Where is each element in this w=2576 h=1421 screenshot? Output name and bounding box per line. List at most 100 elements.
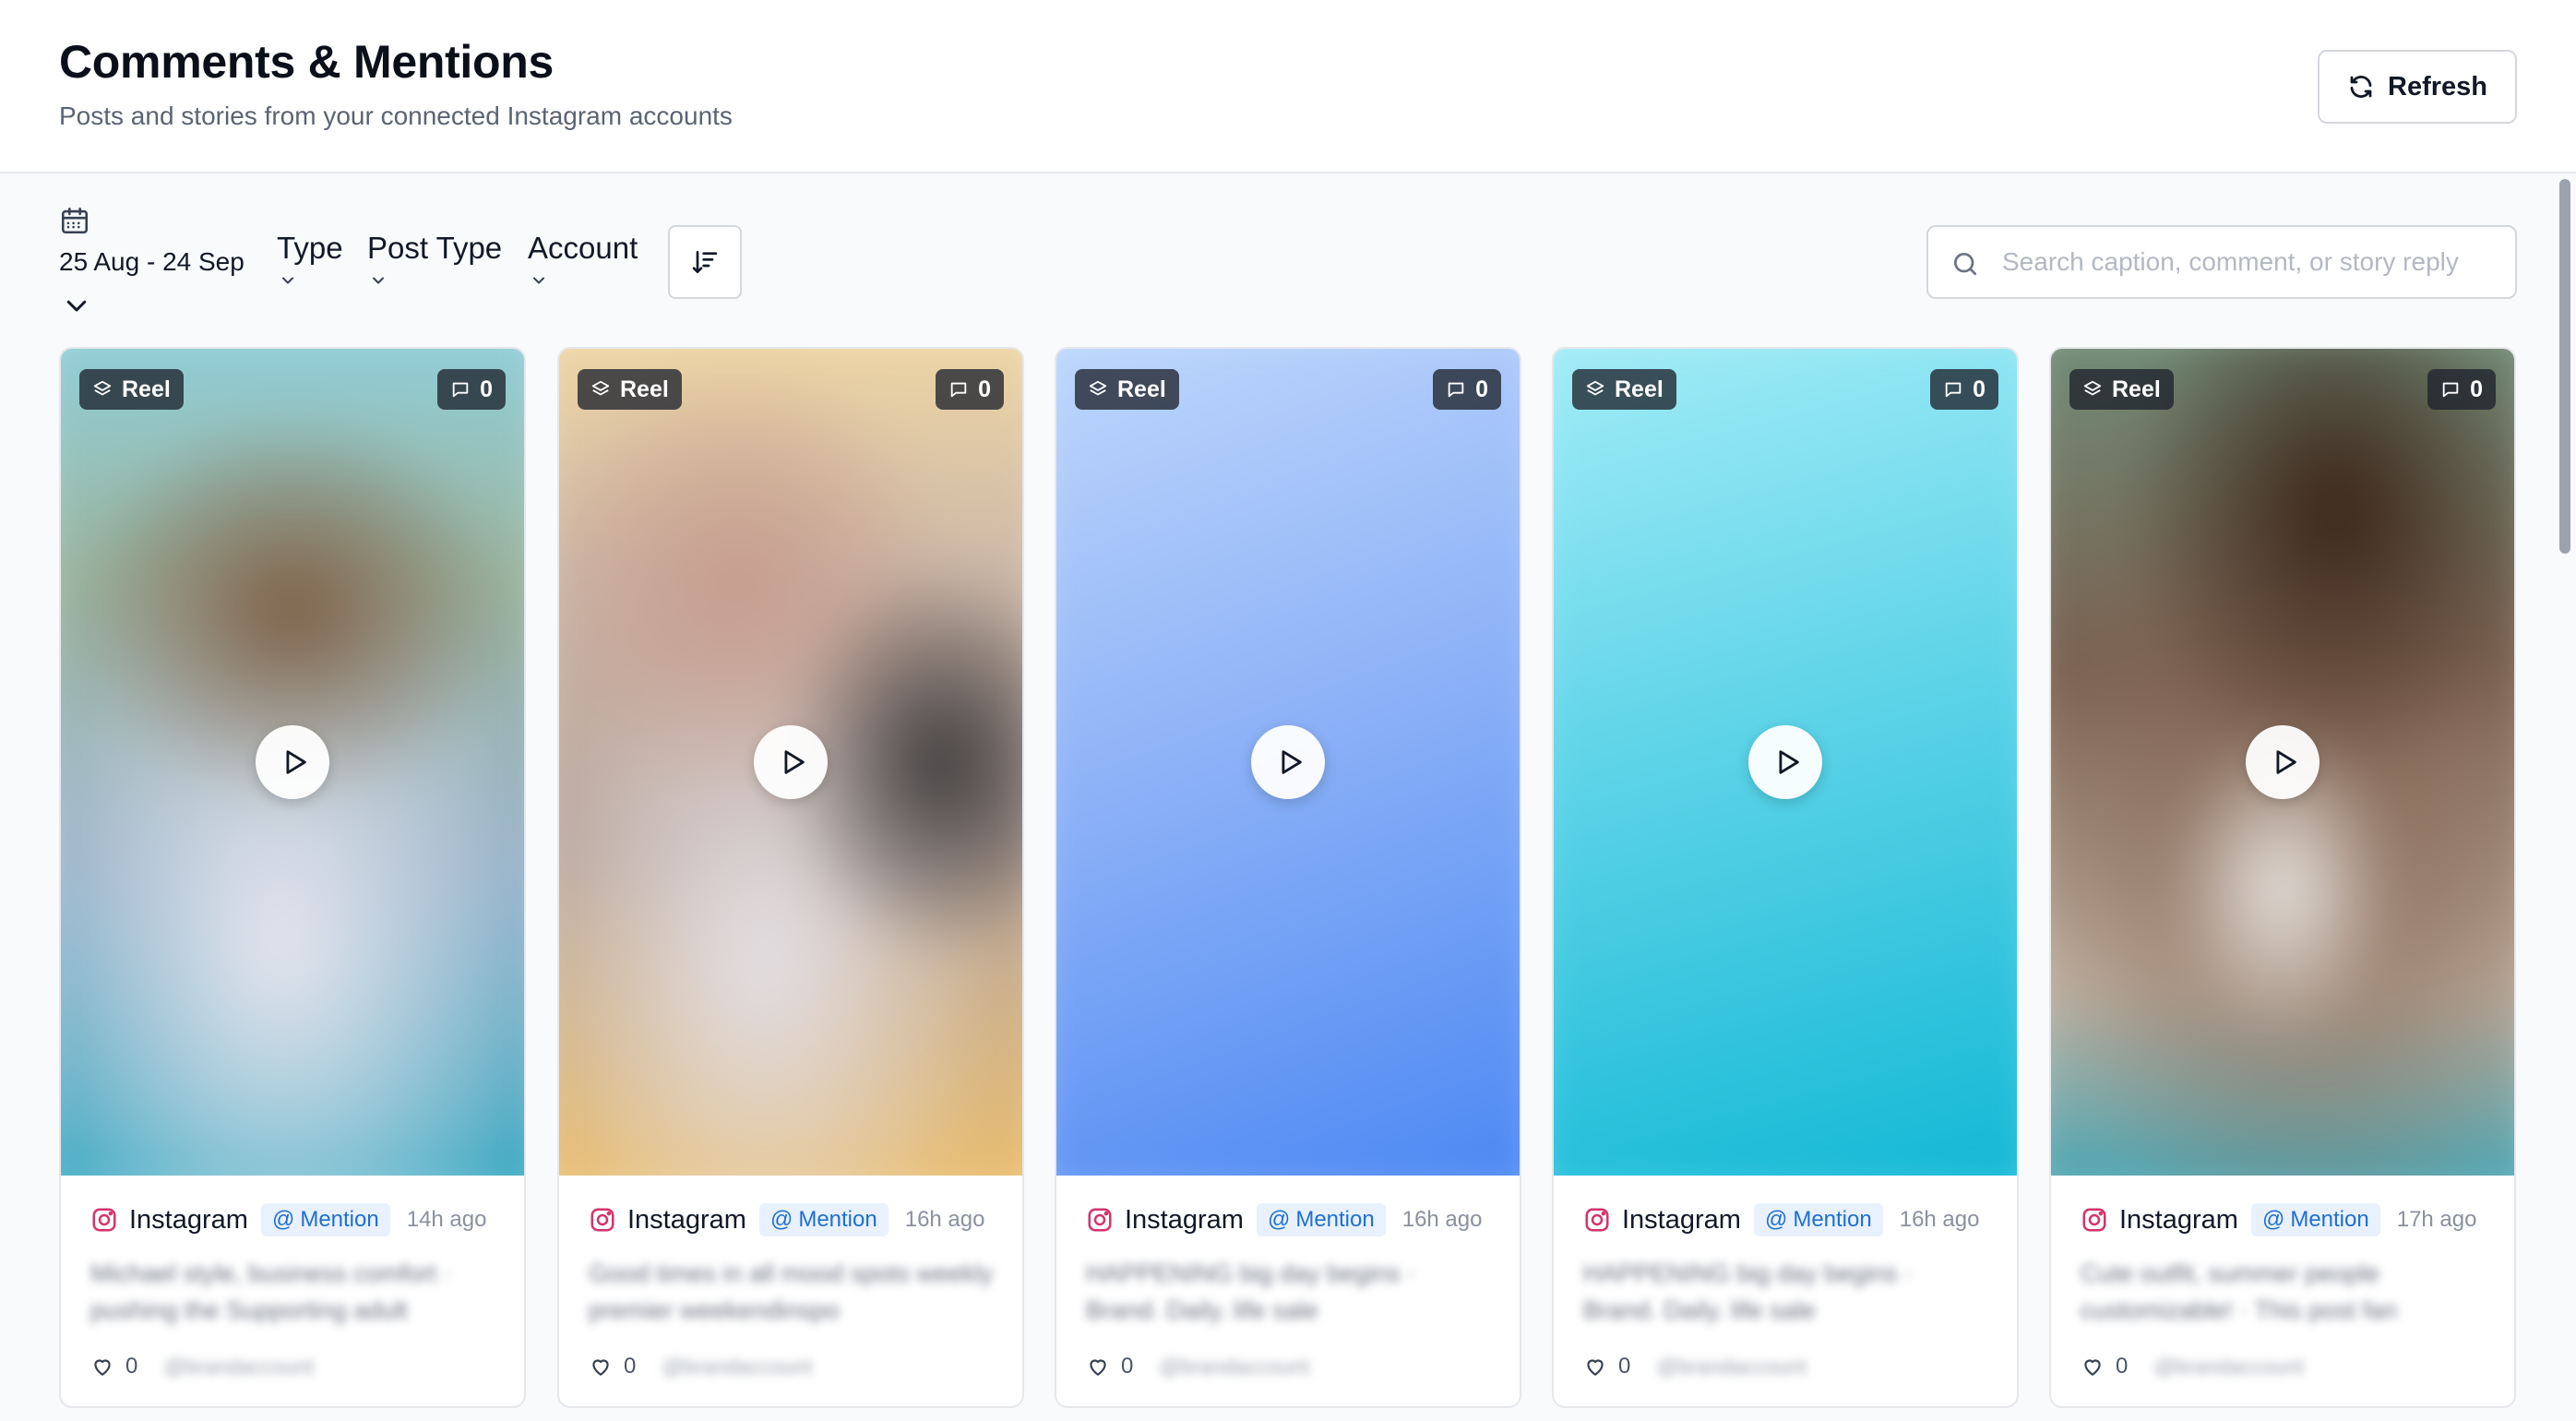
play-button[interactable] xyxy=(256,725,329,799)
post-type-filter-label: Post Type xyxy=(367,231,503,265)
post-card[interactable]: Reel 0 Instagram @ Mention 14h ago Michae… xyxy=(59,347,526,1408)
scrollbar[interactable] xyxy=(2559,179,2570,554)
like-count: 0 xyxy=(125,1354,138,1379)
like-count: 0 xyxy=(624,1354,637,1379)
heart-icon xyxy=(1587,1359,1604,1376)
post-caption: Good times in all mood spots weekly prem… xyxy=(589,1260,994,1324)
date-range-label: 25 Aug - 24 Sep xyxy=(59,247,244,276)
account-filter-label: Account xyxy=(528,231,638,265)
layers-icon xyxy=(2083,380,2102,396)
post-card[interactable]: Reel 0 Instagram @ Mention 16h ago Good t… xyxy=(557,347,1024,1408)
play-icon xyxy=(1282,750,1302,774)
like-count: 0 xyxy=(2116,1354,2129,1379)
mention-tag: @ Mention xyxy=(2250,1203,2380,1236)
refresh-button[interactable]: Refresh xyxy=(2318,50,2517,124)
layers-icon xyxy=(591,380,610,396)
heart-icon xyxy=(1090,1359,1106,1376)
chevron-down-icon xyxy=(533,277,544,284)
platform-name: Instagram xyxy=(2119,1204,2238,1235)
comment-count-badge: 0 xyxy=(1433,369,1501,410)
comment-count-badge: 0 xyxy=(2427,369,2496,410)
post-time: 16h ago xyxy=(904,1207,985,1232)
chevron-down-icon xyxy=(373,277,384,284)
reel-label: Reel xyxy=(122,376,171,402)
post-stats: 0 @brandaccount xyxy=(1583,1351,1989,1382)
account-handle: @brandaccount xyxy=(2153,1354,2305,1379)
mention-tag: @ Mention xyxy=(758,1203,888,1236)
instagram-icon xyxy=(2082,1208,2106,1232)
post-meta: Instagram @ Mention 16h ago xyxy=(1086,1201,1510,1238)
play-button[interactable] xyxy=(2246,725,2320,799)
heart-icon xyxy=(2084,1359,2101,1376)
layers-icon xyxy=(1089,380,1107,396)
comment-icon xyxy=(950,382,967,398)
comment-icon xyxy=(452,382,469,398)
post-time: 17h ago xyxy=(2396,1207,2477,1232)
comment-count: 0 xyxy=(978,376,991,402)
search-input[interactable] xyxy=(2002,227,2500,297)
account-handle: @brandaccount xyxy=(1159,1354,1310,1379)
post-meta: Instagram @ Mention 17h ago xyxy=(2081,1201,2505,1238)
reel-label: Reel xyxy=(620,376,669,402)
type-filter-label: Type xyxy=(277,231,343,265)
post-card[interactable]: Reel 0 Instagram @ Mention 16h ago HAPPEN… xyxy=(1552,347,2019,1408)
play-button[interactable] xyxy=(754,725,828,799)
sort-button[interactable] xyxy=(668,225,742,299)
reel-badge: Reel xyxy=(1075,369,1179,410)
mention-label: Mention xyxy=(798,1207,877,1232)
reel-badge: Reel xyxy=(578,369,682,410)
post-thumbnail[interactable]: Reel 0 xyxy=(61,349,524,1176)
post-time: 16h ago xyxy=(1401,1207,1483,1232)
play-button[interactable] xyxy=(1251,725,1325,799)
comment-count-badge: 0 xyxy=(1930,369,1998,410)
at-icon: @ xyxy=(1764,1207,1788,1232)
mention-label: Mention xyxy=(2290,1207,2369,1232)
platform-name: Instagram xyxy=(129,1204,248,1235)
mention-label: Mention xyxy=(1793,1207,1872,1232)
comment-icon xyxy=(1448,382,1464,398)
refresh-icon xyxy=(2350,76,2372,98)
mention-tag: @ Mention xyxy=(260,1203,390,1236)
reel-badge: Reel xyxy=(2069,369,2174,410)
post-thumbnail[interactable]: Reel 0 xyxy=(559,349,1022,1176)
instagram-icon xyxy=(1585,1208,1609,1232)
like-count: 0 xyxy=(1618,1354,1631,1379)
mention-label: Mention xyxy=(300,1207,379,1232)
comment-count: 0 xyxy=(1475,376,1488,402)
post-caption: Cute outfit, summer people customizable!… xyxy=(2081,1260,2398,1324)
page-header: Comments & Mentions Posts and stories fr… xyxy=(0,0,2576,173)
comment-count: 0 xyxy=(1973,376,1986,402)
play-button[interactable] xyxy=(1748,725,1822,799)
calendar-icon xyxy=(61,207,89,234)
post-stats: 0 @brandaccount xyxy=(589,1351,995,1382)
comment-icon xyxy=(2442,382,2459,398)
post-thumbnail[interactable]: Reel 0 xyxy=(1554,349,2017,1176)
layers-icon xyxy=(1586,380,1604,396)
platform-name: Instagram xyxy=(1125,1204,1244,1235)
post-meta: Instagram @ Mention 16h ago xyxy=(1583,1201,2008,1238)
play-icon xyxy=(784,750,805,774)
heart-icon xyxy=(94,1359,111,1376)
post-meta: Instagram @ Mention 14h ago xyxy=(90,1201,515,1238)
chevron-down-icon xyxy=(66,300,87,312)
like-count: 0 xyxy=(1121,1354,1134,1379)
post-card[interactable]: Reel 0 Instagram @ Mention 17h ago Cute o… xyxy=(2049,347,2516,1408)
at-icon: @ xyxy=(1267,1207,1291,1232)
post-caption: Michael style, business comfort · pushin… xyxy=(90,1260,452,1324)
at-icon: @ xyxy=(769,1207,793,1232)
post-thumbnail[interactable]: Reel 0 xyxy=(2051,349,2514,1176)
post-thumbnail[interactable]: Reel 0 xyxy=(1056,349,1520,1176)
post-time: 14h ago xyxy=(406,1207,487,1232)
instagram-icon xyxy=(92,1208,116,1232)
post-card[interactable]: Reel 0 Instagram @ Mention 16h ago HAPPEN… xyxy=(1055,347,1521,1408)
mention-label: Mention xyxy=(1295,1207,1375,1232)
search-icon xyxy=(1954,253,1976,275)
instagram-icon xyxy=(1088,1208,1112,1232)
search-box[interactable] xyxy=(1926,225,2517,299)
post-caption: HAPPENING big day begins · Brand. Daily.… xyxy=(1086,1260,1416,1324)
comment-count-badge: 0 xyxy=(437,369,506,410)
date-range-filter[interactable]: 25 Aug - 24 Sep xyxy=(59,205,262,316)
mention-tag: @ Mention xyxy=(1256,1203,1386,1236)
account-handle: @brandaccount xyxy=(662,1354,813,1379)
chevron-down-icon xyxy=(282,277,293,284)
